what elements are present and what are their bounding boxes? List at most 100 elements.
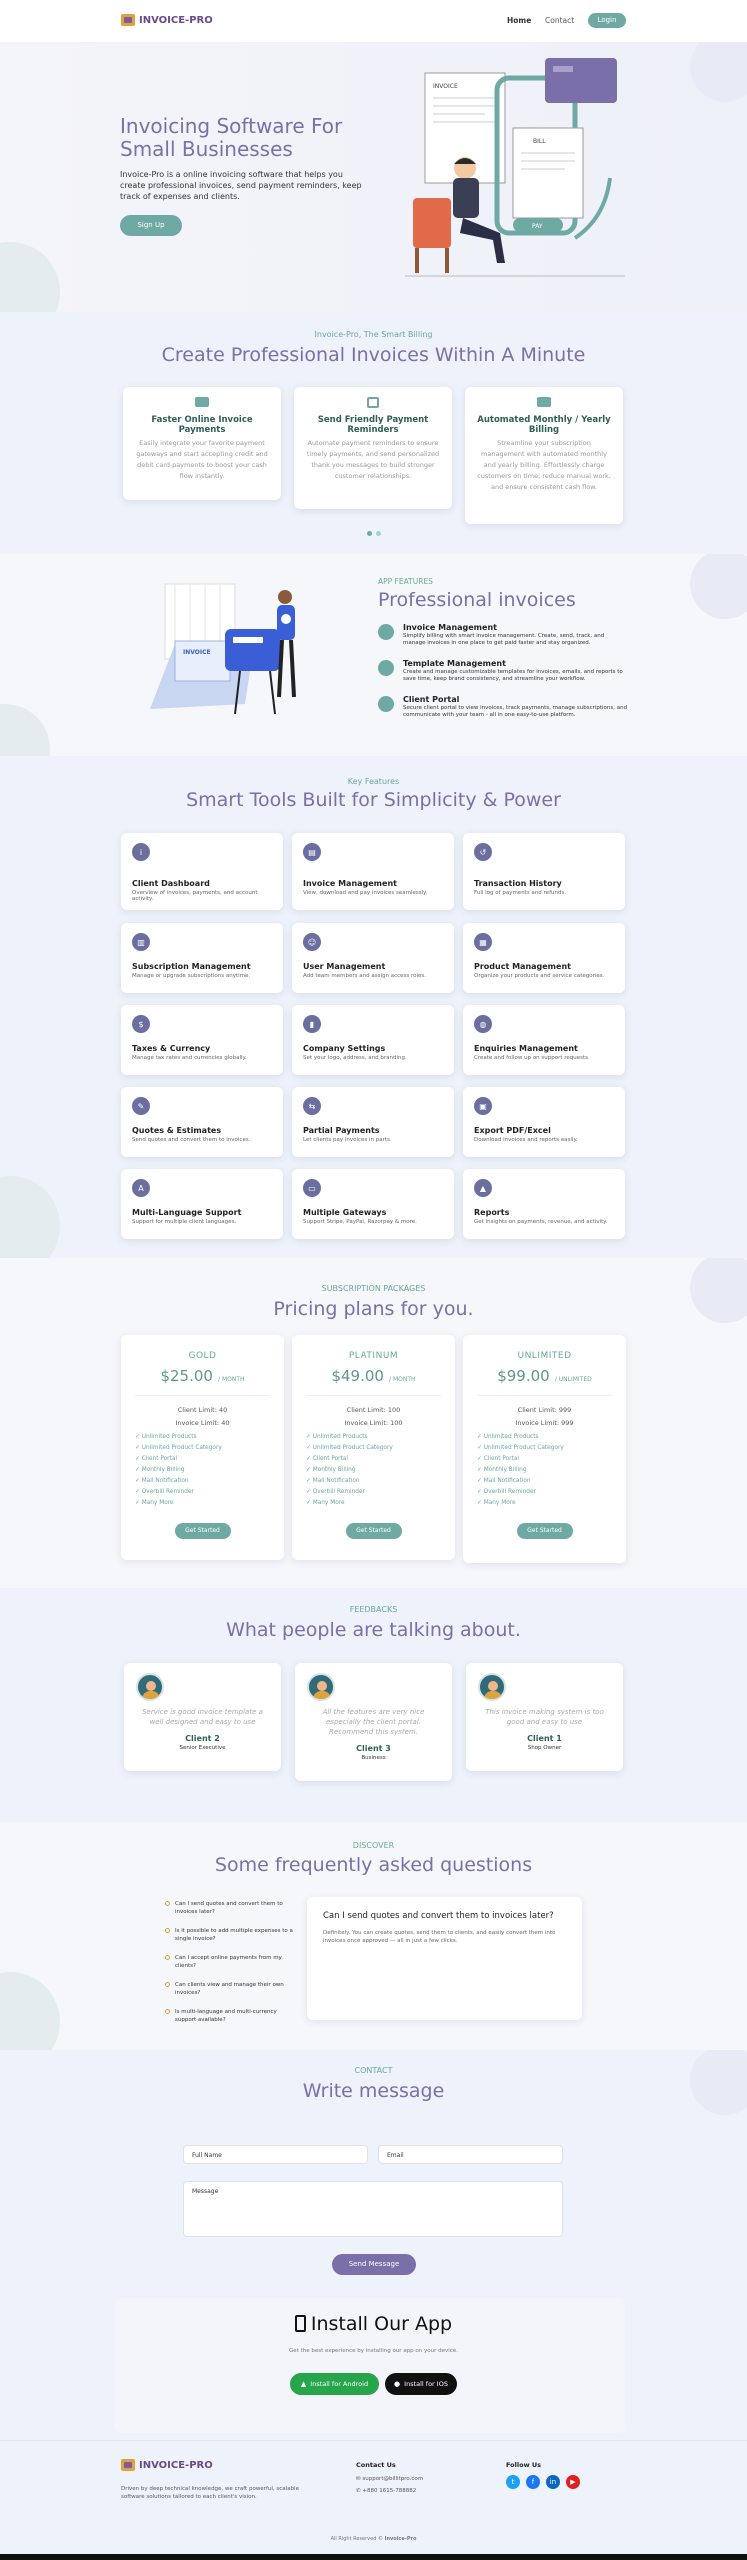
plan-feature-label: Unlimited Products: [312, 1434, 368, 1440]
client-avatar: [307, 1673, 335, 1701]
plan-feature-label: Unlimited Products: [141, 1434, 197, 1440]
faq-item[interactable]: Can clients view and manage their own in…: [165, 1981, 295, 1997]
feature-title: Partial Payments: [303, 1126, 380, 1135]
history-icon: ↺: [474, 843, 492, 861]
plan-feature: ✓ Monthly Billing: [306, 1465, 441, 1476]
footer-email-row[interactable]: ✉ support@billitpro.com: [356, 2476, 423, 2482]
smart-card-text: Streamline your subscription management …: [477, 439, 611, 491]
pricing-section: SUBSCRIPTION PACKAGES Pricing plans for …: [0, 1258, 747, 1588]
client-avatar: [478, 1673, 506, 1701]
feature-title: Multiple Gateways: [303, 1208, 387, 1217]
copyright: All Right Reserved © Invoice-Pro: [330, 2536, 417, 2542]
message-textarea[interactable]: Message: [183, 2181, 563, 2237]
nav-home-link[interactable]: Home: [507, 16, 531, 25]
app-feature-title: Template Management: [403, 659, 506, 668]
check-icon: ✓: [135, 1434, 142, 1440]
smart-card-title: Automated Monthly / Yearly Billing: [477, 415, 611, 435]
footer-phone-row[interactable]: ✆ +880 1615-788882: [356, 2488, 416, 2494]
send-message-button[interactable]: Send Message: [332, 2254, 416, 2275]
faq-item[interactable]: Can I accept online payments from my cli…: [165, 1954, 295, 1970]
smart-card: Faster Online Invoice Payments Easily in…: [123, 387, 281, 500]
receipt-icon: ▥: [132, 933, 150, 951]
footer-logo[interactable]: INVOICE-PRO: [121, 2459, 213, 2471]
feature-card: ▦ Product Management Organize your product…: [463, 923, 625, 993]
check-icon: ✓: [306, 1489, 313, 1495]
footer-contact-title: Contact Us: [356, 2461, 396, 2469]
info-icon: i: [132, 843, 150, 861]
full-name-input[interactable]: Full Name: [183, 2145, 368, 2164]
faq-item[interactable]: Is multi-language and multi-currency sup…: [165, 2008, 295, 2024]
get-started-button[interactable]: Get Started: [345, 1523, 402, 1539]
carousel-dot[interactable]: [376, 531, 381, 536]
illus-pay-label: PAY: [532, 223, 543, 230]
card-icon: ▭: [303, 1179, 321, 1197]
carousel-dot-active[interactable]: [367, 531, 372, 536]
faq-question: Can I send quotes and convert them to in…: [175, 1901, 283, 1915]
faq-item[interactable]: Can I send quotes and convert them to in…: [165, 1900, 295, 1916]
bookmark-icon: ▮: [303, 1015, 321, 1033]
check-icon: ✓: [477, 1489, 484, 1495]
plan-feature: ✓ Unlimited Products: [135, 1432, 270, 1443]
check-icon: ✓: [477, 1445, 484, 1451]
youtube-icon[interactable]: ▶: [566, 2475, 580, 2489]
install-title-row: Install Our App: [0, 2313, 747, 2335]
feature-title: Quotes & Estimates: [132, 1126, 222, 1135]
check-icon: ✓: [306, 1456, 313, 1462]
copyright-brand: Invoice-Pro: [384, 2536, 417, 2542]
client-name: Client 2: [185, 1734, 220, 1743]
install-android-button[interactable]: ▲ Install for Android: [290, 2373, 379, 2395]
feature-icon: [378, 624, 394, 640]
logo-icon: [121, 2459, 135, 2471]
document-icon: ▤: [303, 843, 321, 861]
plan-client-limit: Client Limit: 999: [517, 1406, 572, 1414]
check-icon: ✓: [306, 1434, 313, 1440]
signup-button[interactable]: Sign Up: [120, 215, 182, 236]
brand-name: INVOICE-PRO: [139, 2459, 213, 2471]
smart-card-title: Faster Online Invoice Payments: [151, 415, 253, 435]
check-icon: ✓: [477, 1456, 484, 1462]
app-illustration: INVOICE: [150, 583, 296, 715]
footer-email: support@billitpro.com: [362, 2476, 424, 2482]
feature-title: User Management: [303, 962, 386, 971]
check-icon: ✓: [135, 1489, 142, 1495]
plan-feature-label: Overbill Reminder: [483, 1489, 536, 1495]
plan-feature: ✓ Client Portal: [306, 1454, 441, 1465]
brand-logo[interactable]: INVOICE-PRO: [121, 14, 213, 26]
linkedin-icon[interactable]: in: [546, 2475, 560, 2489]
faq-kicker: DISCOVER: [352, 1841, 395, 1850]
app-title: Professional invoices: [378, 589, 576, 611]
twitter-icon[interactable]: t: [506, 2475, 520, 2489]
plan-divider: [477, 1395, 612, 1396]
get-started-button[interactable]: Get Started: [516, 1523, 573, 1539]
decor-blob: [690, 42, 747, 102]
feature-title: Client Dashboard: [132, 879, 210, 888]
smart-card-text: Easily integrate your favorite payment g…: [136, 439, 268, 480]
plan-period: / MONTH: [218, 1376, 245, 1383]
get-started-button[interactable]: Get Started: [174, 1523, 231, 1539]
feature-text: Add team members and assign access roles…: [303, 973, 427, 979]
feature-card: ▭ Multiple Gateways Support Stripe, PayPal…: [292, 1169, 454, 1239]
plan-feature-label: Unlimited Product Category: [312, 1445, 393, 1451]
email-input[interactable]: Email: [378, 2145, 563, 2164]
language-icon: A: [132, 1179, 150, 1197]
facebook-icon[interactable]: f: [526, 2475, 540, 2489]
feature-card: ⇆ Partial Payments Let clients pay invoice…: [292, 1087, 454, 1157]
faq-bullet-icon: [165, 1901, 170, 1906]
faq-item[interactable]: Is it possible to add multiple expenses …: [165, 1927, 295, 1943]
install-ios-button[interactable]: ● Install for IOS: [385, 2373, 457, 2395]
install-subtitle: Get the best experience by installing ou…: [289, 2348, 458, 2354]
testimonials-title: What people are talking about.: [226, 1619, 521, 1641]
illus-invoice-label: INVOICE: [183, 649, 211, 656]
plan-client-limit: Client Limit: 40: [177, 1406, 228, 1414]
feature-text: Support for multiple client languages.: [132, 1219, 237, 1225]
phone-icon: [294, 2315, 306, 2332]
faq-question: Is multi-language and multi-currency sup…: [175, 2009, 277, 2023]
app-feature-title: Invoice Management: [403, 623, 497, 632]
logo-icon: [121, 14, 135, 26]
pricing-card: GOLD $25.00 / MONTH Client Limit: 40 Invoic…: [121, 1335, 284, 1560]
split-icon: ⇆: [303, 1097, 321, 1115]
faq-bullet-icon: [165, 1982, 170, 1987]
smart-billing-section: Invoice-Pro, The Smart Billing Create Pr…: [0, 312, 747, 554]
nav-contact-link[interactable]: Contact: [545, 16, 574, 25]
login-button[interactable]: Login: [588, 13, 626, 28]
